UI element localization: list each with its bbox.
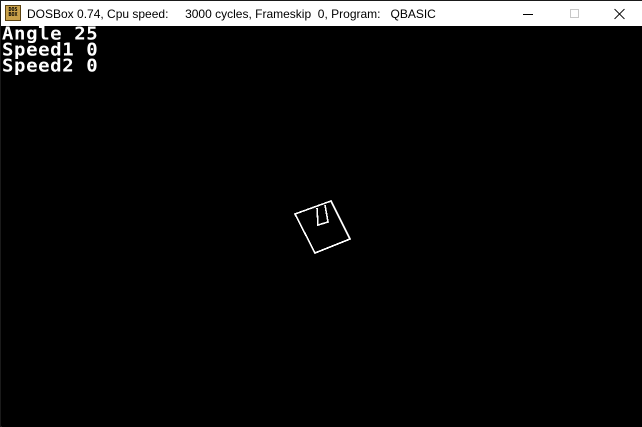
box-inner-mark — [316, 204, 329, 227]
qbasic-graphics — [293, 200, 352, 255]
title-bar[interactable]: DOS BOX DOSBox 0.74, Cpu speed: 3000 cyc… — [1, 1, 642, 26]
rotated-box-outline — [293, 200, 352, 255]
window-title: DOSBox 0.74, Cpu speed: 3000 cycles, Fra… — [27, 7, 436, 21]
minimize-icon — [523, 13, 533, 15]
icon-text-bottom: BOX — [8, 12, 18, 18]
minimize-button[interactable] — [505, 1, 551, 26]
dos-screen[interactable]: Angle 25 Speed1 0 Speed2 0 — [2, 26, 642, 427]
maximize-button[interactable] — [551, 1, 597, 26]
close-button[interactable] — [597, 1, 642, 26]
maximize-icon — [569, 9, 579, 18]
dosbox-icon[interactable]: DOS BOX — [5, 5, 21, 21]
dosbox-window: DOS BOX DOSBox 0.74, Cpu speed: 3000 cyc… — [0, 0, 642, 427]
close-icon — [614, 8, 626, 20]
